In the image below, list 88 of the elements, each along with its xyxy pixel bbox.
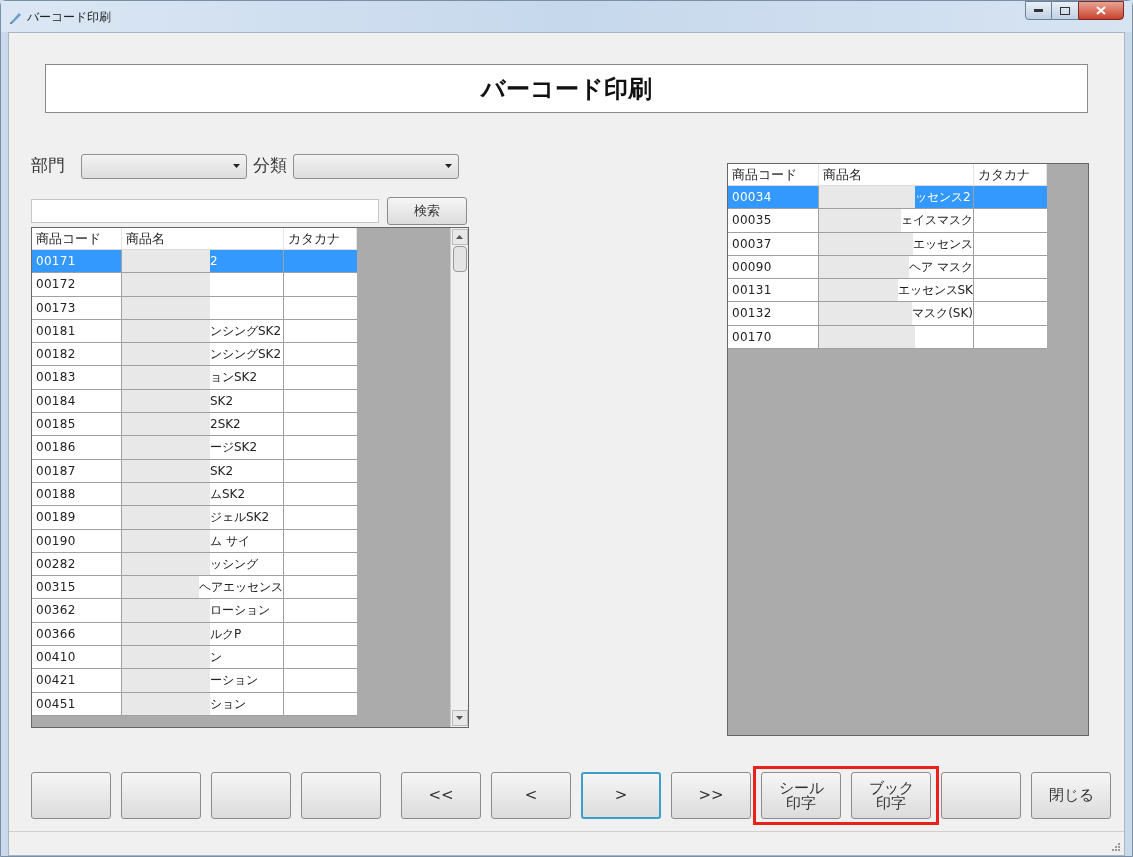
scrollbar[interactable] — [450, 228, 468, 727]
toolbar-button[interactable] — [941, 772, 1021, 819]
toolbar-button[interactable] — [121, 772, 201, 819]
maximize-icon — [1060, 6, 1070, 15]
table-row[interactable]: 00366 ルクP — [32, 622, 357, 647]
filter-label: 部門 — [31, 154, 65, 178]
down-arrow-icon[interactable] — [456, 716, 463, 720]
dropdown-arrow-icon — [233, 164, 240, 168]
toolbar-button[interactable]: << — [401, 772, 481, 819]
filter-label: 分類 — [253, 154, 287, 178]
table-row[interactable]: 00185 2SK2 — [32, 413, 357, 437]
table-cell-text: SK2 — [210, 392, 234, 410]
table-cell-text: ムSK2 — [210, 485, 246, 503]
page-title: バーコード印刷 — [481, 73, 652, 105]
table-row[interactable]: 00131 エッセンスSK — [728, 279, 1047, 303]
table-cell-text: ン — [210, 649, 222, 667]
column-header[interactable]: 商品名 — [122, 228, 284, 249]
table-cell-text: ム サイ — [210, 532, 250, 550]
scroll-thumb[interactable] — [452, 246, 467, 272]
table-cell-text: ヘア マスク — [909, 258, 973, 276]
window-title: バーコード印刷 — [27, 8, 111, 26]
table-row[interactable]: 00410 ン — [32, 646, 357, 670]
table-row[interactable]: 00421 ーション — [32, 669, 357, 693]
column-header[interactable]: 商品名 — [819, 164, 974, 185]
table-cell-text: ッセンス2 — [915, 189, 971, 206]
up-arrow-icon[interactable] — [456, 235, 463, 239]
column-header[interactable]: カタカナ — [284, 228, 357, 249]
table-cell-text: SK2 — [210, 462, 234, 480]
dropdown[interactable] — [293, 153, 459, 179]
table-row[interactable]: 00315 ヘアエッセンス — [32, 576, 357, 600]
table-cell-text: ルクP — [210, 625, 242, 643]
table-row[interactable]: 00182 ンシングSK2 — [32, 343, 357, 367]
toolbar-button[interactable]: < — [491, 772, 571, 819]
table-row[interactable]: 00184 SK2 — [32, 389, 357, 414]
table-row[interactable]: 00186 ージSK2 — [32, 436, 357, 460]
table-cell-text: マスク(SK) — [912, 305, 973, 323]
table-row[interactable]: 00170 — [728, 325, 1047, 350]
table-row[interactable]: 00132 マスク(SK) — [728, 302, 1047, 326]
dropdown-arrow-icon — [445, 164, 452, 168]
table-cell-text: エッセンスSK — [897, 282, 973, 300]
table-row[interactable]: 00172 — [32, 273, 357, 297]
table-row[interactable]: 00187 SK2 — [32, 459, 357, 483]
table-row[interactable]: 00451 ション — [32, 692, 357, 716]
table-row[interactable]: 00037 エッセンス — [728, 232, 1047, 256]
table-cell-text: ージSK2 — [210, 439, 258, 457]
dropdown[interactable] — [81, 153, 247, 179]
table-row[interactable]: 00188 ムSK2 — [32, 482, 357, 507]
search-button[interactable]: 検索 — [387, 197, 467, 225]
column-header[interactable]: カタカナ — [974, 164, 1047, 185]
table-cell-text: ョンSK2 — [210, 369, 258, 387]
maximize-button[interactable] — [1052, 1, 1078, 20]
toolbar-button[interactable]: > — [581, 772, 661, 819]
table-row[interactable]: 00190 ム サイ — [32, 529, 357, 553]
table-row[interactable]: 00282 ッシング — [32, 552, 357, 577]
minimize-button[interactable] — [1025, 1, 1052, 20]
table-cell-text: 2SK2 — [210, 416, 241, 434]
table-row[interactable]: 00189 ジェルSK2 — [32, 506, 357, 530]
table-row[interactable]: 00183 ョンSK2 — [32, 366, 357, 390]
toolbar-button[interactable]: >> — [671, 772, 751, 819]
table-cell-text: ローション — [210, 602, 270, 620]
table-row[interactable]: 00090 ヘア マスク — [728, 255, 1047, 280]
table-cell-text: ーション — [210, 672, 258, 690]
toolbar-button[interactable]: シール印字 — [761, 772, 841, 819]
table-cell-text: ェイスマスク — [901, 212, 973, 230]
table-row[interactable]: 00035 ェイスマスク — [728, 209, 1047, 233]
column-header[interactable]: 商品コード — [32, 228, 122, 249]
toolbar-button[interactable]: 閉じる — [1031, 772, 1111, 819]
table-cell-text: ンシングSK2 — [210, 346, 282, 364]
table-cell-text: エッセンス — [913, 235, 973, 253]
table-cell-text: ンシングSK2 — [210, 322, 282, 340]
close-button[interactable] — [1078, 1, 1124, 20]
table-cell-text: 2 — [210, 253, 218, 270]
toolbar-button[interactable] — [31, 772, 111, 819]
table-cell-text: ジェルSK2 — [210, 509, 270, 527]
table-row[interactable]: 00173 — [32, 296, 357, 320]
close-icon — [1096, 6, 1106, 15]
table-cell-text: ヘアエッセンス — [199, 579, 283, 597]
minimize-icon — [1034, 9, 1043, 12]
table-cell-text: ション — [210, 695, 246, 713]
table-row[interactable]: 00181 ンシングSK2 — [32, 319, 357, 344]
toolbar-button[interactable] — [211, 772, 291, 819]
table-cell-text: ッシング — [210, 555, 258, 573]
search-field[interactable] — [31, 199, 379, 223]
resize-grip-icon[interactable] — [1112, 843, 1120, 851]
column-header[interactable]: 商品コード — [728, 164, 819, 185]
table-row[interactable]: 00362 ローション — [32, 599, 357, 623]
toolbar-button[interactable] — [301, 772, 381, 819]
toolbar-button[interactable]: ブック印字 — [851, 772, 931, 819]
